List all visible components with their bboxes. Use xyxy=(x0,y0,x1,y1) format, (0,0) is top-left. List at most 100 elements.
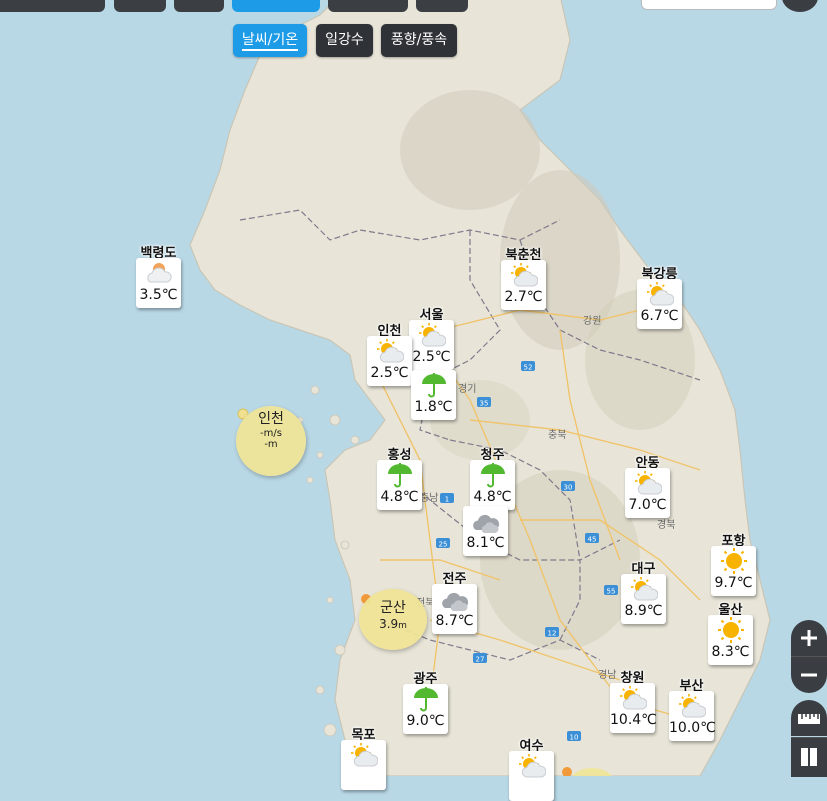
weather-card[interactable]: 1.8℃ xyxy=(411,370,456,420)
weather-card[interactable]: 8.7℃ xyxy=(432,584,477,634)
svg-text:35: 35 xyxy=(480,400,489,408)
top-tab-active[interactable] xyxy=(232,0,320,12)
weather-card[interactable]: 9.0℃ xyxy=(403,684,448,734)
svg-text:12: 12 xyxy=(548,630,557,638)
sun-cloud-icon xyxy=(518,753,547,779)
sun-cloud-icon xyxy=(630,576,659,602)
svg-text:45: 45 xyxy=(588,536,597,544)
city-marker-hongseong[interactable]: 홍성 4.8℃ xyxy=(377,446,422,510)
minus-icon xyxy=(801,673,817,677)
filter-wind[interactable]: 풍향/풍속 xyxy=(381,24,457,57)
top-tab-2[interactable] xyxy=(114,0,166,12)
weather-card[interactable] xyxy=(509,751,554,801)
city-temperature: 8.1℃ xyxy=(466,535,505,551)
umbrella-icon xyxy=(386,462,414,488)
weather-card[interactable]: 2.7℃ xyxy=(501,260,546,310)
sun-icon xyxy=(720,548,748,574)
weather-card[interactable]: 8.9℃ xyxy=(621,574,666,624)
city-marker-suwon[interactable]: 1.8℃ xyxy=(411,356,456,420)
city-marker-andong[interactable]: 안동 7.0℃ xyxy=(625,454,670,518)
city-marker-ulsan[interactable]: 울산 8.3℃ xyxy=(708,601,753,665)
sun-cloud-icon xyxy=(678,693,707,719)
ruler-icon xyxy=(798,714,820,724)
marine-wave: -m xyxy=(264,439,278,450)
city-temperature: 8.3℃ xyxy=(711,644,750,660)
city-temperature: 7.0℃ xyxy=(628,497,667,513)
city-marker-bukgangneung[interactable]: 북강릉 6.7℃ xyxy=(637,265,682,329)
city-marker-daejeon[interactable]: 8.1℃ xyxy=(463,492,508,556)
top-tab-1[interactable] xyxy=(0,0,105,12)
city-marker-yeosu[interactable]: 여수 xyxy=(509,737,554,801)
legend-button[interactable] xyxy=(641,0,777,10)
cloud-icon xyxy=(472,508,500,534)
weather-card[interactable]: 10.0℃ xyxy=(669,691,716,741)
umbrella-icon xyxy=(479,462,507,488)
sun-cloud-icon xyxy=(376,338,405,364)
marine-wind: -m/s xyxy=(260,428,282,439)
marine-name: 인천 xyxy=(258,411,284,427)
city-marker-pohang[interactable]: 포항 9.7℃ xyxy=(711,532,756,596)
city-temperature: 8.9℃ xyxy=(624,603,663,619)
city-marker-baengnyeongdo[interactable]: 백령도 3.5℃ xyxy=(136,244,181,308)
top-tab-5[interactable] xyxy=(328,0,408,12)
weather-card[interactable]: 4.8℃ xyxy=(377,460,422,510)
city-temperature: 4.8℃ xyxy=(380,489,419,505)
sun-cloud-icon xyxy=(510,262,539,288)
marine-circle-incheon[interactable]: 인천 -m/s -m xyxy=(236,406,306,476)
weather-card[interactable] xyxy=(341,740,386,790)
city-marker-changwon[interactable]: 창원 10.4℃ xyxy=(610,669,657,733)
city-temperature: 6.7℃ xyxy=(640,308,679,324)
svg-text:충북: 충북 xyxy=(548,429,566,441)
city-marker-busan[interactable]: 부산 10.0℃ xyxy=(669,677,716,741)
weather-card[interactable]: 7.0℃ xyxy=(625,468,670,518)
svg-text:52: 52 xyxy=(524,364,533,372)
city-marker-mokpo[interactable]: 목포 xyxy=(341,726,386,790)
zoom-out-button[interactable] xyxy=(791,656,827,693)
svg-text:25: 25 xyxy=(439,541,448,549)
weather-card[interactable]: 9.7℃ xyxy=(711,546,756,596)
weather-card[interactable]: 8.3℃ xyxy=(708,615,753,665)
mountain-shade-1 xyxy=(400,90,540,210)
weather-card[interactable]: 3.5℃ xyxy=(136,258,181,308)
svg-text:55: 55 xyxy=(607,588,616,596)
layer-button[interactable] xyxy=(791,737,827,777)
city-temperature: 1.8℃ xyxy=(414,399,453,415)
city-temperature: 3.5℃ xyxy=(139,287,178,303)
snow-cloud-icon xyxy=(145,260,173,286)
city-temperature: 9.7℃ xyxy=(714,575,753,591)
svg-text:1: 1 xyxy=(445,496,449,504)
city-temperature: 2.7℃ xyxy=(504,289,543,305)
svg-text:10: 10 xyxy=(570,734,579,742)
plus-icon xyxy=(801,630,817,646)
top-tab-6[interactable] xyxy=(416,0,468,12)
city-marker-bukchuncheon[interactable]: 북춘천 2.7℃ xyxy=(501,246,546,310)
svg-text:충남: 충남 xyxy=(420,492,438,504)
city-temperature: 10.0℃ xyxy=(669,720,716,736)
city-marker-jeonju[interactable]: 전주 8.7℃ xyxy=(432,570,477,634)
city-marker-gwangju[interactable]: 광주 9.0℃ xyxy=(403,670,448,734)
filter-weather-temp[interactable]: 날씨/기온 xyxy=(233,24,307,57)
zoom-in-button[interactable] xyxy=(791,620,827,656)
city-marker-daegu[interactable]: 대구 8.9℃ xyxy=(621,560,666,624)
city-marker-incheon[interactable]: 인천 2.5℃ xyxy=(367,322,412,386)
marine-circle-gunsan[interactable]: 군산 3.9m xyxy=(359,589,427,650)
city-temperature: 9.0℃ xyxy=(406,713,445,729)
sun-cloud-icon xyxy=(418,322,447,348)
sun-icon xyxy=(717,617,745,643)
svg-text:경기: 경기 xyxy=(458,382,476,395)
weather-card[interactable]: 10.4℃ xyxy=(610,683,657,733)
ruler-button[interactable] xyxy=(791,700,827,736)
weather-card[interactable]: 2.5℃ xyxy=(367,336,412,386)
svg-text:경북: 경북 xyxy=(657,518,675,531)
weather-card[interactable]: 6.7℃ xyxy=(637,279,682,329)
weather-card[interactable]: 8.1℃ xyxy=(463,506,508,556)
umbrella-icon xyxy=(420,372,448,398)
sun-cloud-icon xyxy=(646,281,675,307)
sun-cloud-icon xyxy=(634,470,663,496)
umbrella-icon xyxy=(412,686,440,712)
book-icon xyxy=(801,748,817,766)
city-temperature: 8.7℃ xyxy=(435,613,474,629)
filter-daily-rain[interactable]: 일강수 xyxy=(316,24,373,57)
top-tab-3[interactable] xyxy=(174,0,224,12)
cloud-icon xyxy=(441,586,469,612)
